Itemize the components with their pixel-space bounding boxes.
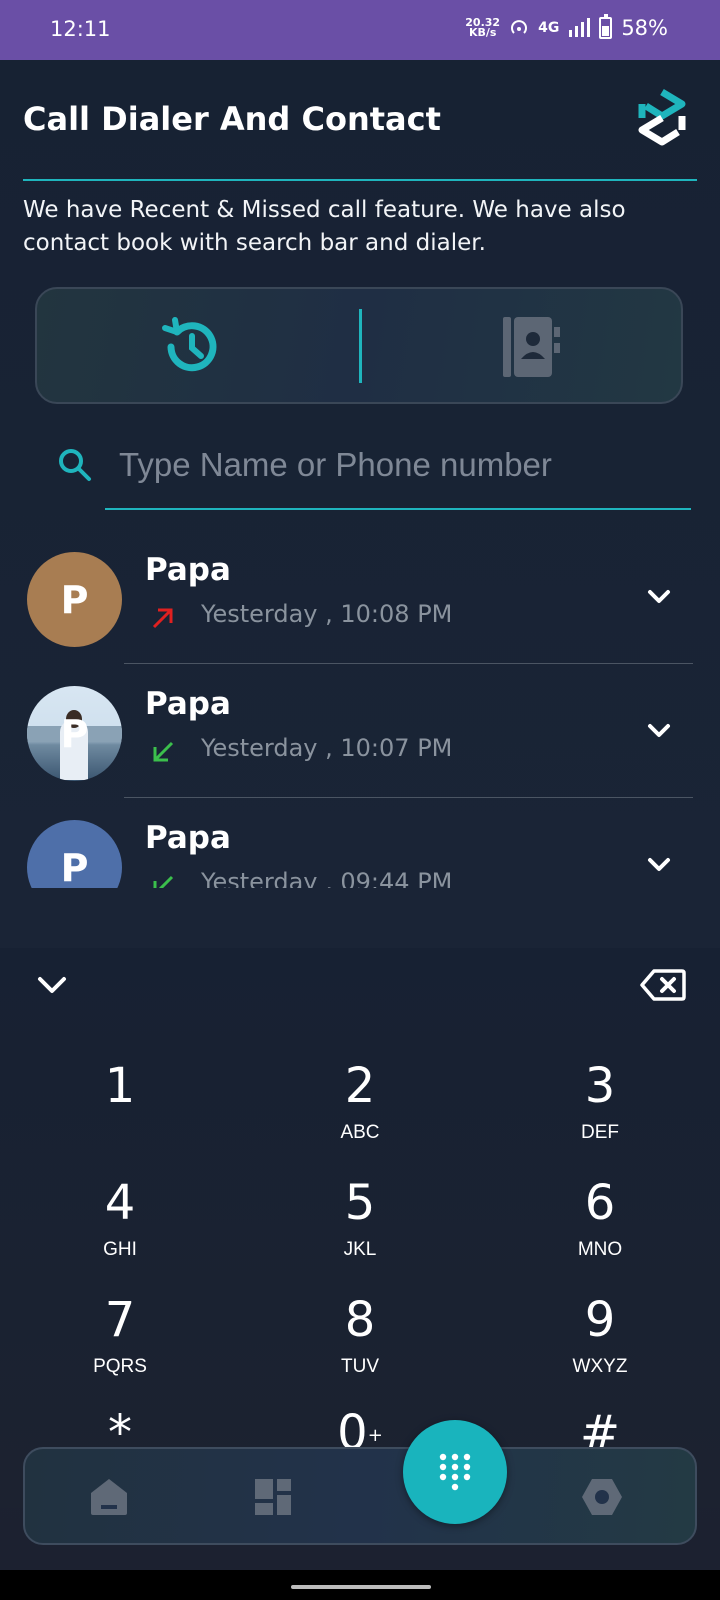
dial-key-8[interactable]: 8 TUV xyxy=(270,1292,450,1402)
incoming-call-icon xyxy=(153,741,174,762)
dial-key-1[interactable]: 1 xyxy=(30,1058,210,1168)
dial-key-digit: 2 xyxy=(344,1058,376,1114)
dial-key-5[interactable]: 5 JKL xyxy=(270,1175,450,1285)
call-time: Yesterday , 10:08 PM xyxy=(201,600,453,628)
dial-key-letters: ABC xyxy=(340,1122,380,1143)
home-indicator[interactable] xyxy=(291,1585,431,1589)
header-divider xyxy=(23,179,697,181)
dial-key-letters: PQRS xyxy=(93,1356,147,1377)
page-title: Call Dialer And Contact xyxy=(23,100,441,138)
switcher-divider xyxy=(359,309,362,383)
app-screen: Call Dialer And Contact We have Recent &… xyxy=(0,60,720,1570)
contact-name: Papa xyxy=(145,686,231,722)
bottom-nav xyxy=(23,1447,697,1545)
list-item[interactable]: P Papa Yesterday , 10:07 PM xyxy=(0,664,720,798)
network-type: 4G xyxy=(538,20,560,36)
dial-key-6[interactable]: 6 MNO xyxy=(510,1175,690,1285)
signal-icon xyxy=(569,18,591,37)
dial-key-letters: WXYZ xyxy=(572,1356,628,1377)
recent-calls-list: P Papa Yesterday , 10:08 PM P Papa Yeste xyxy=(0,530,720,888)
dial-key-digit: 4 xyxy=(104,1175,136,1231)
dialer-sheet: 1 2 ABC 3 DEF 4 GHI 5 JKL 6 MNO 7 PQRS 8 xyxy=(0,948,720,1508)
dial-key-digit: 7 xyxy=(104,1292,136,1348)
backspace-icon[interactable] xyxy=(640,968,686,1002)
status-indicators: 20.32 KB/s 4G 58% xyxy=(465,14,668,40)
dial-key-9[interactable]: 9 WXYZ xyxy=(510,1292,690,1402)
avatar-initial: P xyxy=(60,711,89,756)
network-speed: 20.32 KB/s xyxy=(465,17,500,39)
contact-name: Papa xyxy=(145,552,231,588)
dial-key-plus: + xyxy=(367,1425,383,1446)
dial-key-digit: 6 xyxy=(584,1175,616,1231)
history-icon[interactable] xyxy=(157,314,223,380)
dial-key-7[interactable]: 7 PQRS xyxy=(30,1292,210,1402)
dashboard-icon[interactable] xyxy=(251,1475,295,1519)
dial-key-3[interactable]: 3 DEF xyxy=(510,1058,690,1168)
search-icon xyxy=(59,449,91,481)
list-item[interactable]: P Papa Yesterday , 10:08 PM xyxy=(0,530,720,664)
battery-level: 58% xyxy=(621,16,668,40)
incoming-call-icon xyxy=(153,875,174,888)
call-time: Yesterday , 09:44 PM xyxy=(201,868,453,888)
dial-key-digit: 1 xyxy=(104,1058,136,1114)
chevron-down-icon[interactable] xyxy=(645,716,673,744)
status-bar: 12:11 20.32 KB/s 4G 58% xyxy=(0,0,720,60)
app-logo-icon xyxy=(638,88,686,146)
chevron-down-icon[interactable] xyxy=(645,850,673,878)
dial-key-digit: 8 xyxy=(344,1292,376,1348)
settings-icon[interactable] xyxy=(580,1475,624,1519)
dial-key-4[interactable]: 4 GHI xyxy=(30,1175,210,1285)
dial-key-digit: 5 xyxy=(344,1175,376,1231)
dial-key-digit: 9 xyxy=(584,1292,616,1348)
dial-key-letters: JKL xyxy=(343,1239,377,1260)
dial-key-digit: 3 xyxy=(584,1058,616,1114)
search-input[interactable] xyxy=(103,442,691,488)
outgoing-call-icon xyxy=(152,608,173,629)
hotspot-icon xyxy=(511,20,527,34)
battery-icon xyxy=(599,14,613,39)
contacts-book-icon[interactable] xyxy=(497,315,563,379)
call-time: Yesterday , 10:07 PM xyxy=(201,734,453,762)
avatar: P xyxy=(27,552,122,647)
dialpad-icon xyxy=(439,1453,471,1491)
home-icon[interactable] xyxy=(87,1475,131,1519)
feature-description: We have Recent & Missed call feature. We… xyxy=(23,197,626,256)
dial-key-letters: MNO xyxy=(577,1239,623,1260)
chevron-down-icon[interactable] xyxy=(645,582,673,610)
chevron-down-icon[interactable] xyxy=(35,968,69,1002)
dial-key-2[interactable]: 2 ABC xyxy=(270,1058,450,1168)
avatar: P xyxy=(27,686,122,781)
view-switcher xyxy=(35,287,683,404)
dialpad-button[interactable] xyxy=(403,1420,507,1524)
dial-key-letters: DEF xyxy=(581,1122,619,1143)
status-time: 12:11 xyxy=(50,17,111,41)
avatar: P xyxy=(27,820,122,888)
dial-key-letters: GHI xyxy=(103,1239,137,1260)
contact-name: Papa xyxy=(145,820,231,856)
list-item[interactable]: P Papa Yesterday , 09:44 PM xyxy=(0,798,720,888)
dial-key-letters: TUV xyxy=(341,1356,379,1377)
search-underline xyxy=(105,508,691,510)
network-speed-unit: KB/s xyxy=(468,26,497,39)
